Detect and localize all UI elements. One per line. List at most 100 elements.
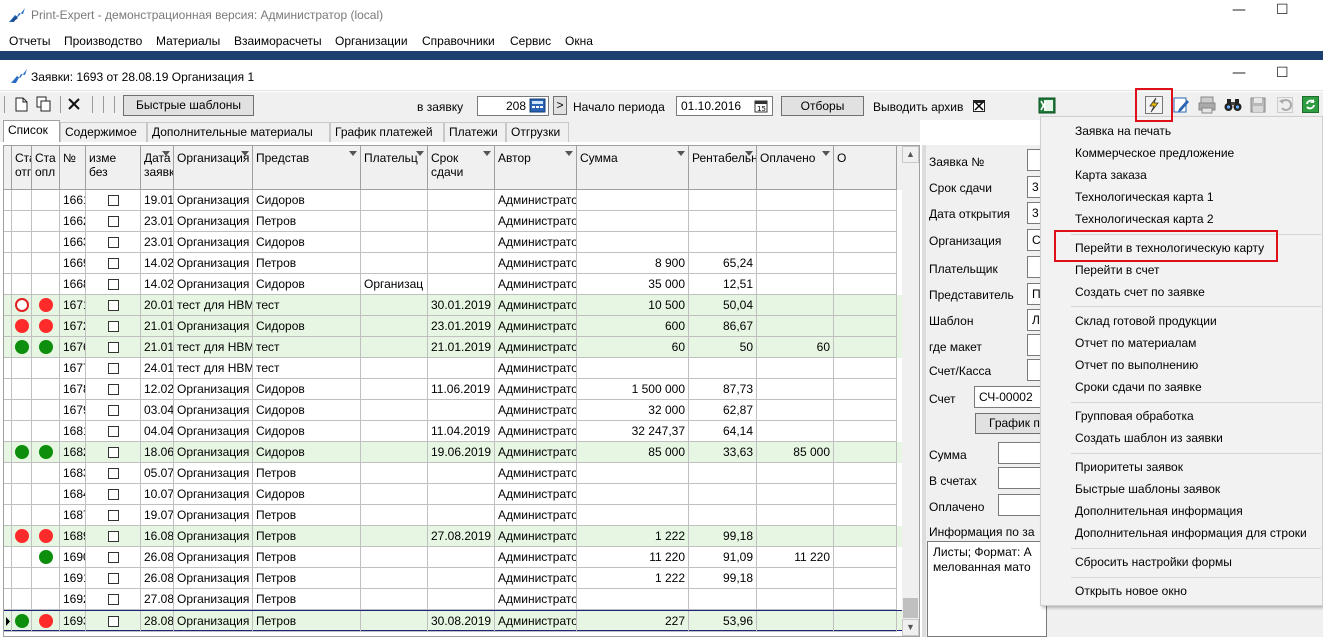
table-row[interactable]: 1663 23.01.2018Организация 2Сидоров Админи… (4, 232, 904, 253)
cell-organization[interactable]: Организация 1 (174, 253, 253, 274)
cell-author[interactable]: Администратор (495, 463, 577, 484)
menu-item-16[interactable]: Быстрые шаблоны заявок (1075, 482, 1220, 496)
row-checkbox[interactable] (107, 405, 119, 416)
row-selector[interactable] (4, 316, 12, 337)
cell-paid[interactable] (757, 232, 834, 253)
cell-number[interactable]: 1676 (60, 337, 86, 358)
grid-vertical-scrollbar[interactable]: ▲ ▼ (902, 146, 919, 636)
cell-organization[interactable]: Организация 2 (174, 190, 253, 211)
cell-representative[interactable]: Сидоров (253, 232, 361, 253)
cell-organization[interactable]: Организация 2 (174, 379, 253, 400)
cell-changed[interactable] (86, 547, 141, 568)
cell-representative[interactable]: Петров (253, 589, 361, 610)
cell-extra[interactable] (834, 505, 897, 526)
cell-status-ship[interactable] (12, 442, 32, 463)
cell-paid[interactable] (757, 379, 834, 400)
row-selector[interactable] (4, 505, 12, 526)
cell-payer[interactable] (361, 463, 428, 484)
menu-windows[interactable]: Окна (565, 34, 593, 48)
cell-representative[interactable]: Петров (253, 526, 361, 547)
cell-organization[interactable]: Организация 1 (174, 463, 253, 484)
child-maximize-button[interactable]: ☐ (1276, 65, 1289, 81)
row-selector[interactable] (4, 611, 12, 632)
cell-status-pay[interactable] (32, 484, 60, 505)
cell-changed[interactable] (86, 611, 141, 632)
cell-due-date[interactable]: 30.08.2019 (428, 611, 495, 632)
cell-due-date[interactable]: 30.01.2019 (428, 295, 495, 316)
row-selector[interactable] (4, 379, 12, 400)
cell-representative[interactable]: Петров (253, 463, 361, 484)
table-row[interactable]: 1690 26.08.2019Организация 1Петров Админис… (4, 547, 904, 568)
table-row[interactable]: 1669 14.02.2018Организация 1Петров Админис… (4, 253, 904, 274)
column-header-representative[interactable]: Представ (253, 146, 361, 190)
table-row[interactable]: 1681 04.04.2019Организация 2Сидоров 11.04.… (4, 421, 904, 442)
cell-due-date[interactable]: 23.01.2019 (428, 316, 495, 337)
cell-profitability[interactable] (689, 484, 757, 505)
cell-paid[interactable] (757, 295, 834, 316)
cell-number[interactable]: 1669 (60, 253, 86, 274)
cell-status-pay[interactable] (32, 379, 60, 400)
menu-item-11[interactable]: Отчет по выполнению (1075, 358, 1198, 372)
column-header-number[interactable]: № (60, 146, 86, 190)
cell-paid[interactable] (757, 421, 834, 442)
table-row[interactable]: 1682 18.06.2019Организация 2Сидоров 19.06.… (4, 442, 904, 463)
child-minimize-button[interactable]: — (1232, 65, 1246, 81)
cell-due-date[interactable]: 27.08.2019 2: (428, 526, 495, 547)
cell-sum[interactable]: 8 900 (577, 253, 689, 274)
table-row[interactable]: 1689 16.08.2019Организация 1Петров 27.08.2… (4, 526, 904, 547)
cell-due-date[interactable] (428, 400, 495, 421)
table-row[interactable]: 1684 10.07.2019Организация 2Сидоров Админи… (4, 484, 904, 505)
cell-author[interactable]: Администратор (495, 442, 577, 463)
row-selector[interactable] (4, 463, 12, 484)
cell-profitability[interactable] (689, 463, 757, 484)
column-header-profitability[interactable]: Рентабельн (689, 146, 757, 190)
cell-sum[interactable] (577, 211, 689, 232)
row-checkbox[interactable] (107, 195, 119, 206)
cell-paid[interactable] (757, 400, 834, 421)
cell-author[interactable]: Администратор (495, 589, 577, 610)
row-checkbox[interactable] (107, 258, 119, 269)
menu-item-19[interactable]: Сбросить настройки формы (1075, 555, 1232, 569)
cell-extra[interactable] (834, 526, 897, 547)
cell-sum[interactable] (577, 232, 689, 253)
cell-profitability[interactable]: 50 (689, 337, 757, 358)
cell-extra[interactable] (834, 211, 897, 232)
cell-status-ship[interactable] (12, 463, 32, 484)
sort-arrow-icon[interactable] (416, 151, 424, 156)
cell-sum[interactable]: 32 247,37 (577, 421, 689, 442)
cell-date[interactable]: 20.01.2019 (141, 295, 174, 316)
cell-payer[interactable] (361, 337, 428, 358)
cell-extra[interactable] (834, 568, 897, 589)
cell-extra[interactable] (834, 400, 897, 421)
cell-paid[interactable] (757, 611, 834, 632)
cell-profitability[interactable]: 53,96 (689, 611, 757, 632)
order-info-text[interactable]: Листы; Формат: А мелованная мато (927, 541, 1047, 637)
sort-arrow-icon[interactable] (162, 151, 170, 156)
cell-due-date[interactable] (428, 211, 495, 232)
cell-paid[interactable] (757, 190, 834, 211)
cell-organization[interactable]: Организация 1 (174, 611, 253, 632)
table-row[interactable]: 1662 23.01.2018Организация 1Петров Админис… (4, 211, 904, 232)
row-checkbox[interactable] (107, 489, 119, 500)
cell-date[interactable]: 24.01.2019 (141, 358, 174, 379)
row-checkbox[interactable] (107, 594, 119, 605)
cell-sum[interactable]: 32 000 (577, 400, 689, 421)
cell-status-pay[interactable] (32, 358, 60, 379)
cell-due-date[interactable]: 11.04.2019 (428, 421, 495, 442)
table-row[interactable]: 1677 24.01.2019тест для НВМтест Администра… (4, 358, 904, 379)
cell-number[interactable]: 1682 (60, 442, 86, 463)
cell-paid[interactable] (757, 505, 834, 526)
cell-changed[interactable] (86, 253, 141, 274)
cell-date[interactable]: 26.08.2019 (141, 568, 174, 589)
cell-extra[interactable] (834, 316, 897, 337)
cell-extra[interactable] (834, 274, 897, 295)
cell-extra[interactable] (834, 463, 897, 484)
column-header-extra[interactable]: О (834, 146, 897, 190)
cell-sum[interactable] (577, 190, 689, 211)
cell-profitability[interactable] (689, 358, 757, 379)
cell-representative[interactable]: тест (253, 337, 361, 358)
cell-paid[interactable] (757, 316, 834, 337)
cell-sum[interactable]: 1 222 (577, 568, 689, 589)
row-selector[interactable] (4, 568, 12, 589)
cell-profitability[interactable]: 99,18 (689, 568, 757, 589)
